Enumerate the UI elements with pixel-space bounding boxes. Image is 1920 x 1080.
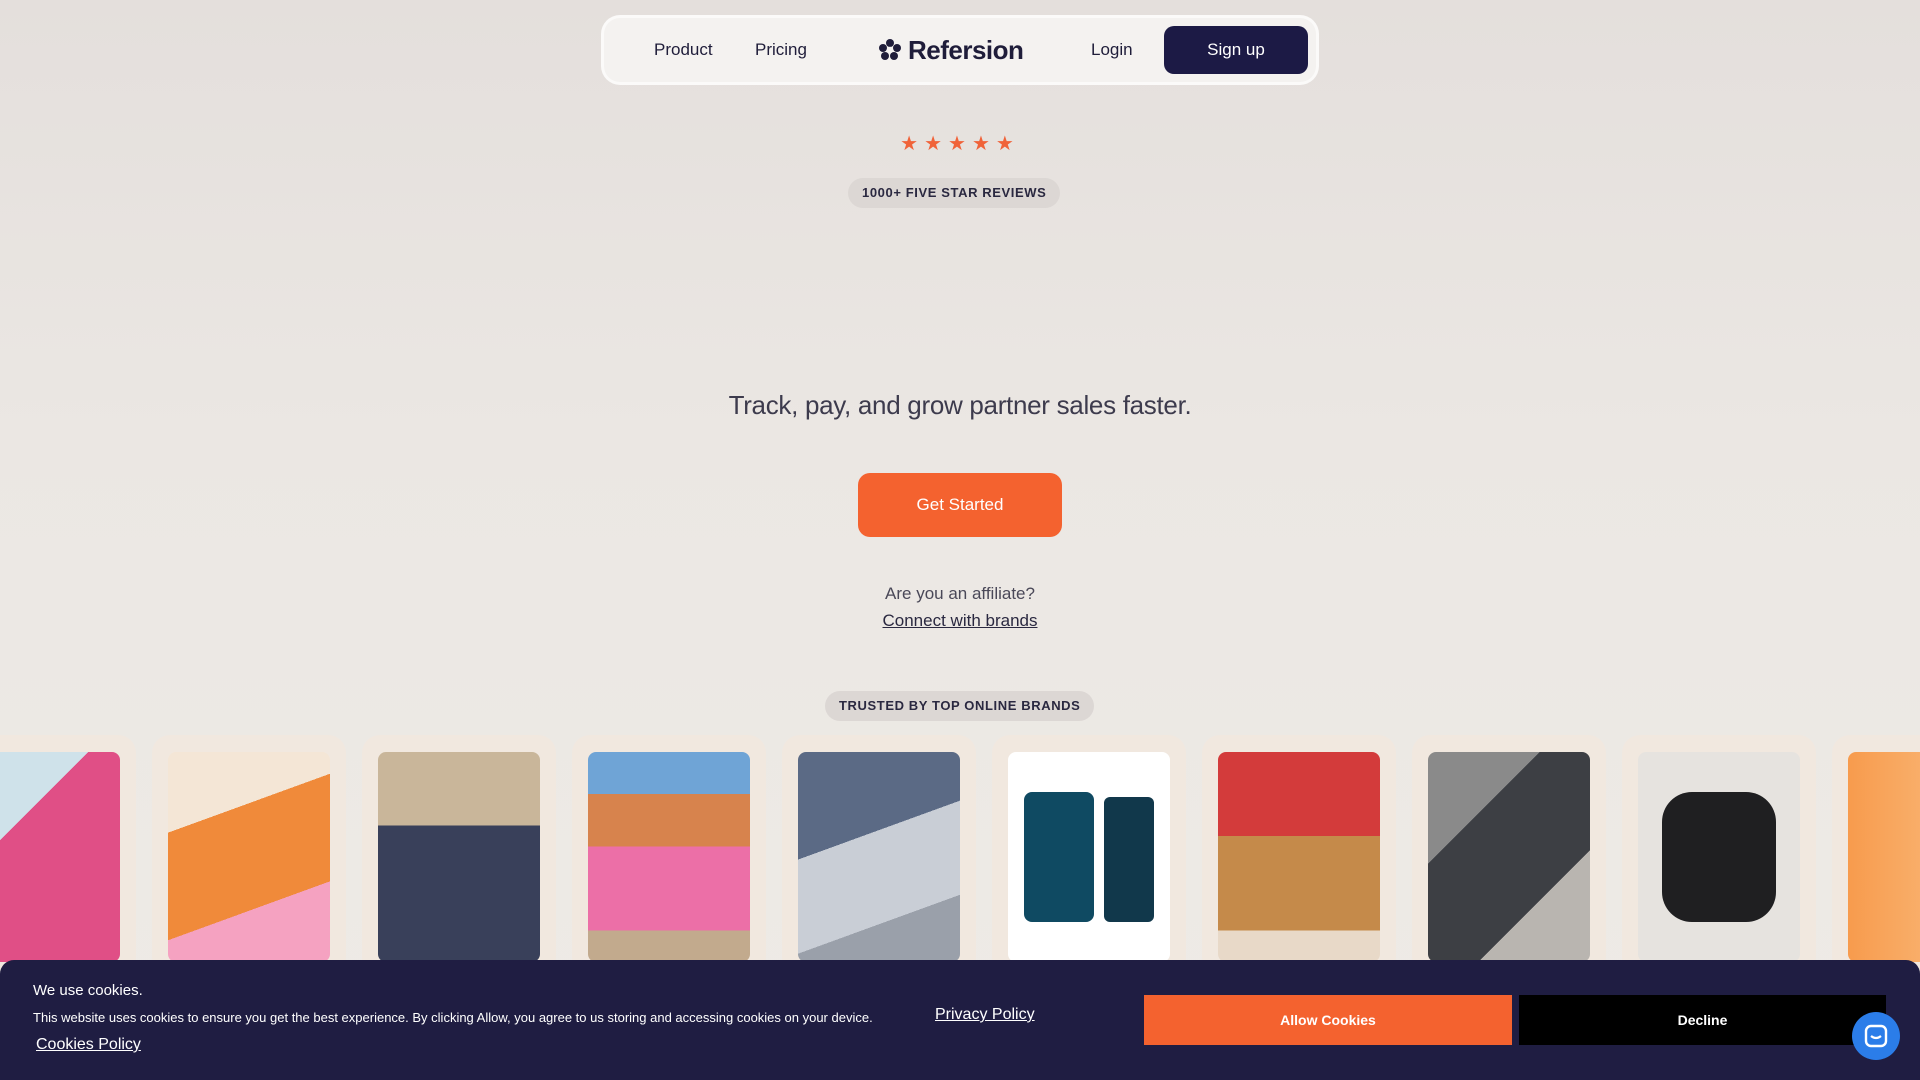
orange-drink-image (1848, 752, 1920, 962)
cookie-message: This website uses cookies to ensure you … (33, 1010, 873, 1025)
energy-bits-image (1008, 752, 1170, 962)
signup-button[interactable]: Sign up (1164, 26, 1308, 74)
brand-logo[interactable]: Refersion (878, 32, 1024, 68)
cookie-title: We use cookies. (33, 982, 143, 999)
affiliate-question: Are you an affiliate? (885, 584, 1035, 603)
cookies-policy-link[interactable]: Cookies Policy (36, 1036, 141, 1054)
five-star-rating-icon: ★★★★★ (900, 133, 1020, 155)
golden-retrievers-image (1218, 752, 1380, 962)
nav-pricing-link[interactable]: Pricing (755, 18, 807, 82)
pink-activewear-image (588, 752, 750, 962)
skincare-kit-image (798, 752, 960, 962)
trusted-brands-badge: TRUSTED BY TOP ONLINE BRANDS (825, 691, 1095, 721)
hero-tagline: Track, pay, and grow partner sales faste… (728, 390, 1192, 420)
brand-card (782, 735, 976, 970)
brand-card (0, 735, 136, 970)
cookie-banner: We use cookies. This website uses cookie… (0, 960, 1920, 1080)
brand-name: Refersion (908, 34, 1024, 65)
alani-energy-can-image (0, 752, 120, 962)
allow-cookies-button[interactable]: Allow Cookies (1144, 995, 1512, 1045)
brand-card (1832, 735, 1920, 970)
chat-launcher-button[interactable] (1852, 1012, 1900, 1060)
nav-product-link[interactable]: Product (654, 18, 713, 82)
decline-cookies-button[interactable]: Decline (1519, 995, 1886, 1045)
refersion-logo-icon (879, 39, 901, 60)
reviews-badge: 1000+ FIVE STAR REVIEWS (848, 178, 1061, 208)
get-started-button[interactable]: Get Started (858, 473, 1062, 537)
appliance-box-image (1428, 752, 1590, 962)
privacy-policy-link[interactable]: Privacy Policy (935, 1006, 1035, 1024)
login-link[interactable]: Login (1091, 18, 1133, 82)
brand-card (362, 735, 556, 970)
brand-card (992, 735, 1186, 970)
connect-with-brands-link[interactable]: Connect with brands (0, 611, 1920, 631)
brand-card (572, 735, 766, 970)
brand-card (152, 735, 346, 970)
top-navigation: Product Pricing Refersion Login Sign up (604, 18, 1316, 82)
brand-card (1412, 735, 1606, 970)
brand-carousel[interactable] (0, 735, 1920, 970)
barstool-hats-image (378, 752, 540, 962)
brand-card (1202, 735, 1396, 970)
pressure-cooker-image (1638, 752, 1800, 962)
chat-bubble-icon (1864, 1024, 1888, 1048)
brand-card (1622, 735, 1816, 970)
orange-products-box-image (168, 752, 330, 962)
